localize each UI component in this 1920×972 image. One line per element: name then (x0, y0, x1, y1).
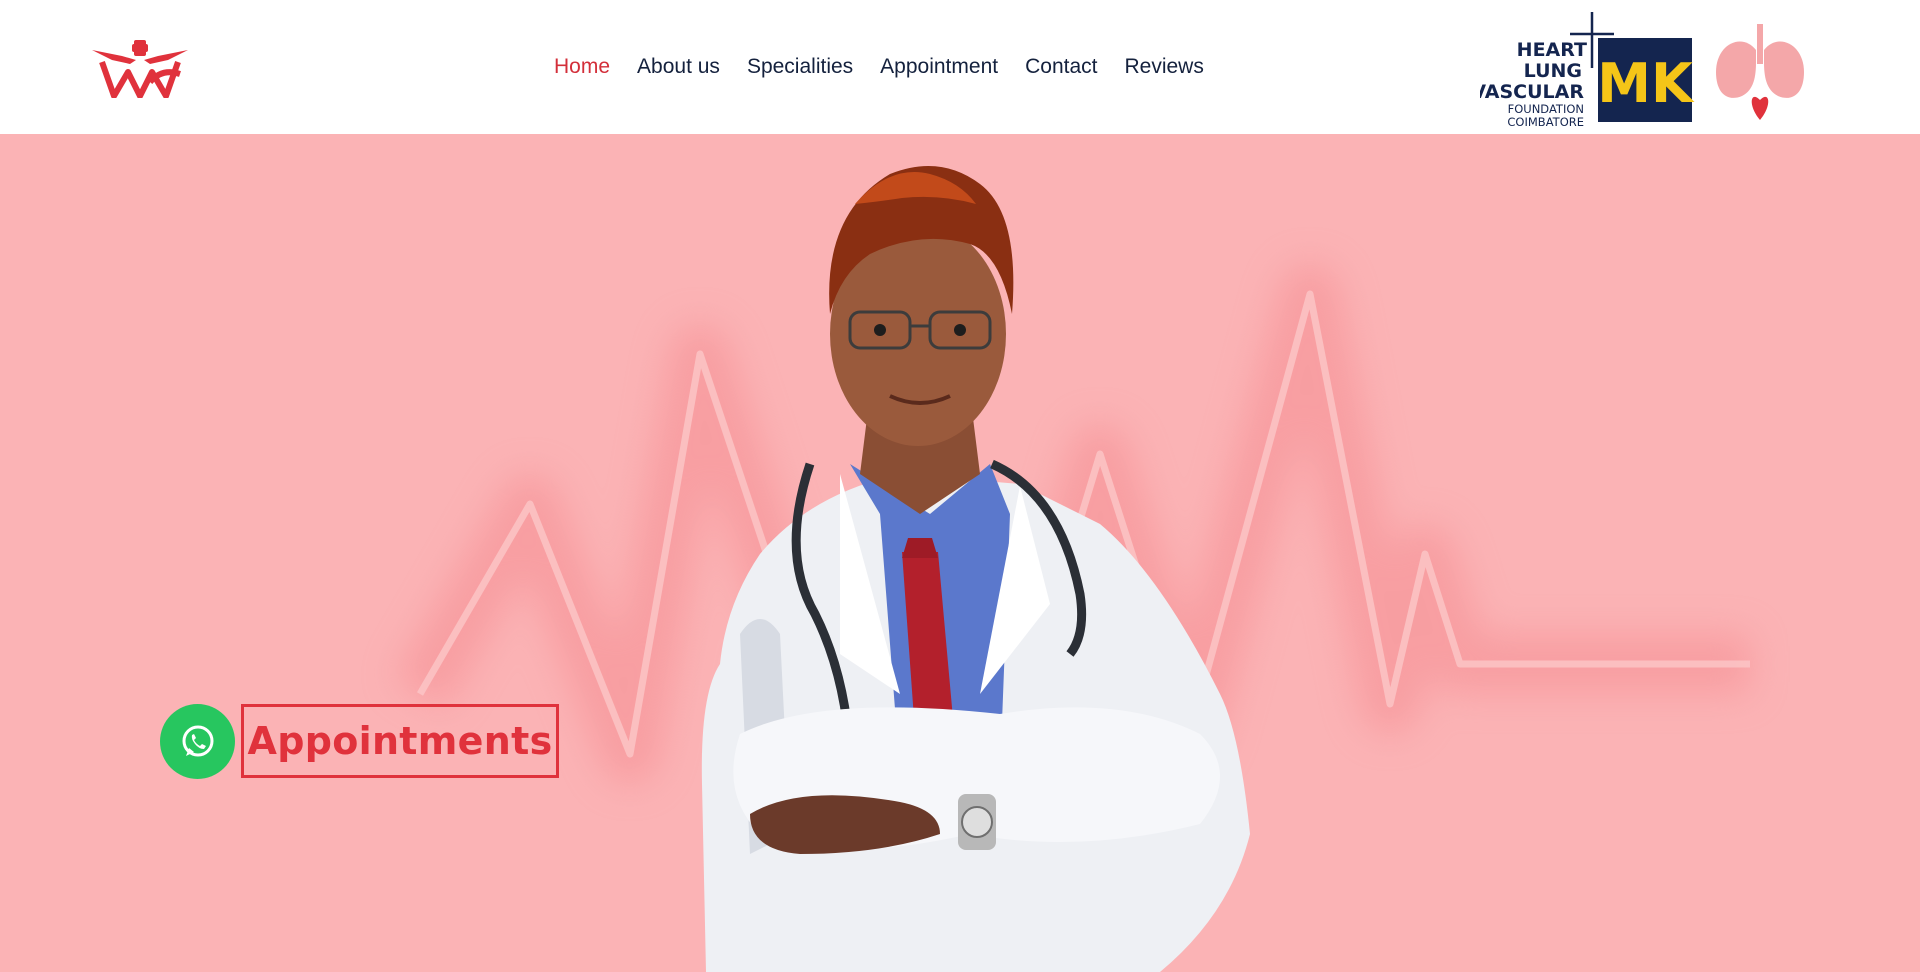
nav-reviews[interactable]: Reviews (1124, 55, 1203, 79)
foundation-line-lung: LUNG (1524, 60, 1582, 82)
appointments-label: Appointments (247, 719, 553, 763)
foundation-line-city: COIMBATORE (1507, 115, 1584, 128)
mk-badge: MK (1597, 52, 1695, 115)
nav-appointment[interactable]: Appointment (880, 55, 998, 79)
foundation-line-foundation: FOUNDATION (1508, 102, 1584, 116)
winged-heart-logo-icon[interactable] (90, 38, 190, 98)
foundation-logo[interactable]: HEART LUNG VASCULAR FOUNDATION COIMBATOR… (1480, 10, 1810, 128)
appointments-button[interactable]: Appointments (241, 704, 559, 778)
main-nav: Home About us Specialities Appointment C… (554, 52, 1231, 82)
whatsapp-button[interactable] (160, 704, 235, 779)
whatsapp-icon (182, 725, 213, 756)
doctor-portrait (701, 166, 1250, 972)
nav-contact[interactable]: Contact (1025, 55, 1097, 79)
site-header: Home About us Specialities Appointment C… (0, 0, 1920, 134)
nav-about-us[interactable]: About us (637, 55, 720, 79)
foundation-line-vascular: VASCULAR (1480, 81, 1584, 103)
hero-section: Appointments (0, 134, 1920, 972)
nav-specialities[interactable]: Specialities (747, 55, 853, 79)
nav-home[interactable]: Home (554, 55, 610, 79)
lungs-heart-icon (1716, 24, 1804, 120)
foundation-line-heart: HEART (1517, 39, 1587, 61)
